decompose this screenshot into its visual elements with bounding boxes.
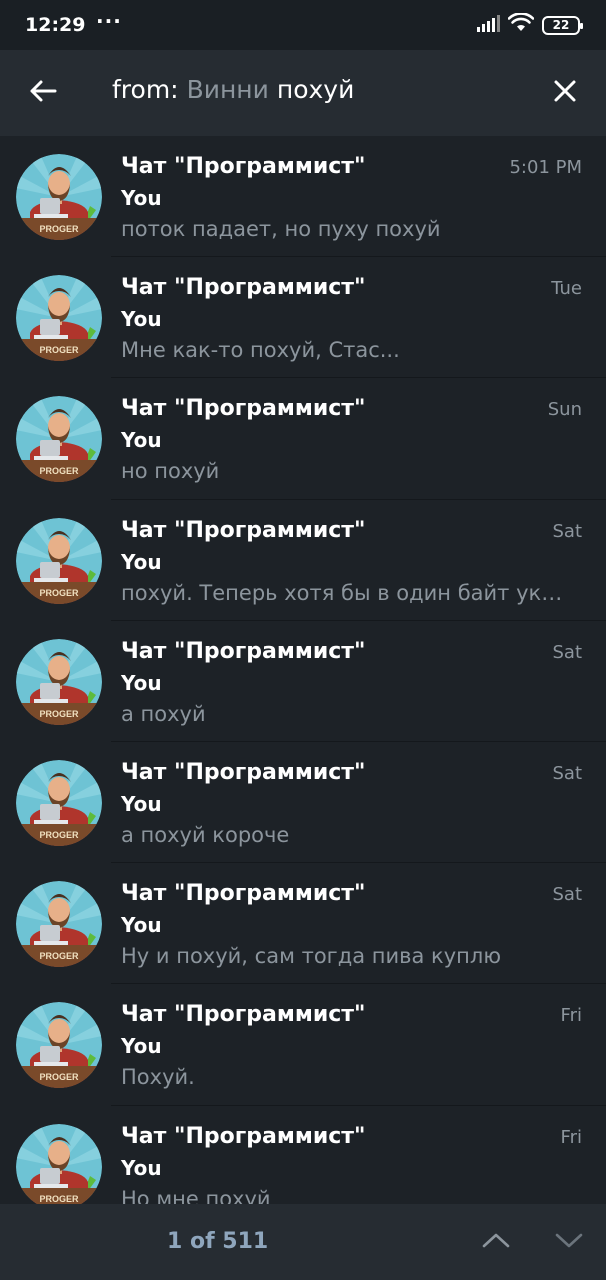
- search-result-row[interactable]: PROGER Чат "Программист" Sat You похуй. …: [0, 500, 606, 621]
- chat-title: Чат "Программист": [121, 881, 366, 907]
- chat-title: Чат "Программист": [121, 759, 366, 785]
- message-date: Tue: [551, 278, 582, 300]
- chat-avatar: PROGER: [16, 154, 102, 240]
- wifi-icon: [507, 12, 535, 37]
- message-sender: You: [121, 428, 162, 453]
- back-button[interactable]: [22, 72, 64, 114]
- message-sender: You: [121, 186, 162, 210]
- avatar-badge-text: PROGER: [39, 951, 79, 961]
- status-indicators: 22: [476, 12, 583, 37]
- message-sender: You: [121, 549, 162, 574]
- chat-avatar: PROGER: [16, 759, 102, 846]
- chat-title: Чат "Программист": [121, 396, 366, 422]
- message-snippet: Ну и похуй, сам тогда пива куплю: [121, 944, 501, 969]
- notification-dots-icon: ···: [96, 9, 122, 33]
- chat-avatar: PROGER: [16, 1002, 102, 1089]
- chat-title: Чат "Программист": [121, 1002, 366, 1028]
- message-sender: You: [121, 307, 162, 332]
- search-filter-prefix: from:: [112, 75, 187, 104]
- message-snippet: а похуй короче: [121, 822, 290, 847]
- message-date: Fri: [560, 1005, 582, 1027]
- signal-icon: [476, 14, 500, 36]
- arrow-left-icon: [29, 79, 57, 107]
- chat-avatar: PROGER: [16, 517, 102, 604]
- message-date: 5:01 PM: [509, 157, 582, 178]
- message-date: Sat: [552, 641, 582, 663]
- chat-title: Чат "Программист": [121, 154, 366, 179]
- message-sender: You: [121, 1155, 162, 1180]
- search-input[interactable]: from: Винни похуй: [112, 75, 354, 111]
- avatar-badge-text: PROGER: [39, 1194, 79, 1204]
- search-result-row[interactable]: PROGER Чат "Программист" Fri You Но мне …: [0, 1106, 606, 1205]
- clear-search-button[interactable]: [544, 72, 586, 114]
- chat-avatar: PROGER: [16, 275, 102, 362]
- chat-avatar: PROGER: [16, 881, 102, 968]
- search-result-row[interactable]: PROGER Чат "Программист" Sun You но поху…: [0, 378, 606, 500]
- battery-icon: 22: [542, 15, 583, 35]
- message-sender: You: [121, 1034, 162, 1059]
- message-snippet: Похуй.: [121, 1065, 195, 1090]
- chat-title: Чат "Программист": [121, 517, 366, 543]
- next-result-button[interactable]: [549, 1224, 589, 1260]
- message-snippet: Мне как-то похуй, Стас...: [121, 338, 400, 363]
- message-date: Fri: [560, 1126, 582, 1148]
- search-navigation-bar: 1 of 511: [0, 1204, 606, 1280]
- chat-avatar: PROGER: [16, 638, 102, 725]
- avatar-badge-text: PROGER: [39, 466, 79, 476]
- chat-avatar: PROGER: [16, 396, 102, 483]
- message-snippet: а похуй: [121, 701, 206, 726]
- search-result-row[interactable]: PROGER Чат "Программист" Sat You а похуй: [0, 621, 606, 742]
- message-sender: You: [121, 913, 162, 938]
- search-result-row[interactable]: PROGER Чат "Программист" Tue You Мне как…: [0, 257, 606, 379]
- avatar-badge-text: PROGER: [39, 588, 79, 598]
- chat-title: Чат "Программист": [121, 275, 366, 301]
- avatar-badge-text: PROGER: [39, 224, 79, 234]
- chevron-up-icon: [482, 1232, 510, 1252]
- search-result-row[interactable]: PROGER Чат "Программист" Sat You а похуй…: [0, 742, 606, 864]
- search-header: from: Винни похуй: [0, 50, 606, 136]
- search-result-row[interactable]: PROGER Чат "Программист" Sat You Ну и по…: [0, 863, 606, 985]
- chevron-down-icon: [555, 1232, 583, 1252]
- status-time: 12:29: [25, 14, 86, 36]
- message-sender: You: [121, 670, 162, 695]
- search-results-list: PROGER Чат "Программист" 5:01 PM You пот…: [0, 136, 606, 1204]
- previous-result-button[interactable]: [476, 1224, 516, 1260]
- message-date: Sat: [552, 520, 582, 542]
- message-sender: You: [121, 791, 162, 816]
- avatar-badge-text: PROGER: [39, 709, 79, 719]
- search-result-row[interactable]: PROGER Чат "Программист" Fri You Похуй.: [0, 984, 606, 1106]
- message-snippet: похуй. Теперь хотя бы в один байт укл...: [121, 580, 566, 605]
- search-filter-user[interactable]: Винни: [187, 75, 269, 104]
- message-date: Sat: [552, 762, 582, 784]
- message-snippet: но похуй: [121, 459, 220, 484]
- status-bar: 12:29 ··· 22: [0, 0, 606, 50]
- message-snippet: поток падает, но пуху похуй: [121, 217, 441, 241]
- search-query-text: похуй: [268, 75, 355, 104]
- chat-avatar: PROGER: [16, 1123, 102, 1204]
- chat-title: Чат "Программист": [121, 1123, 366, 1149]
- message-snippet: Но мне похуй: [121, 1186, 271, 1205]
- avatar-badge-text: PROGER: [39, 830, 79, 840]
- message-date: Sun: [547, 399, 582, 421]
- result-counter: 1 of 511: [167, 1229, 269, 1254]
- search-result-row[interactable]: PROGER Чат "Программист" 5:01 PM You пот…: [0, 136, 606, 258]
- avatar-badge-text: PROGER: [39, 1072, 79, 1082]
- close-icon: [553, 79, 577, 107]
- chat-title: Чат "Программист": [121, 638, 366, 664]
- avatar-badge-text: PROGER: [39, 345, 79, 355]
- message-date: Sat: [552, 884, 582, 906]
